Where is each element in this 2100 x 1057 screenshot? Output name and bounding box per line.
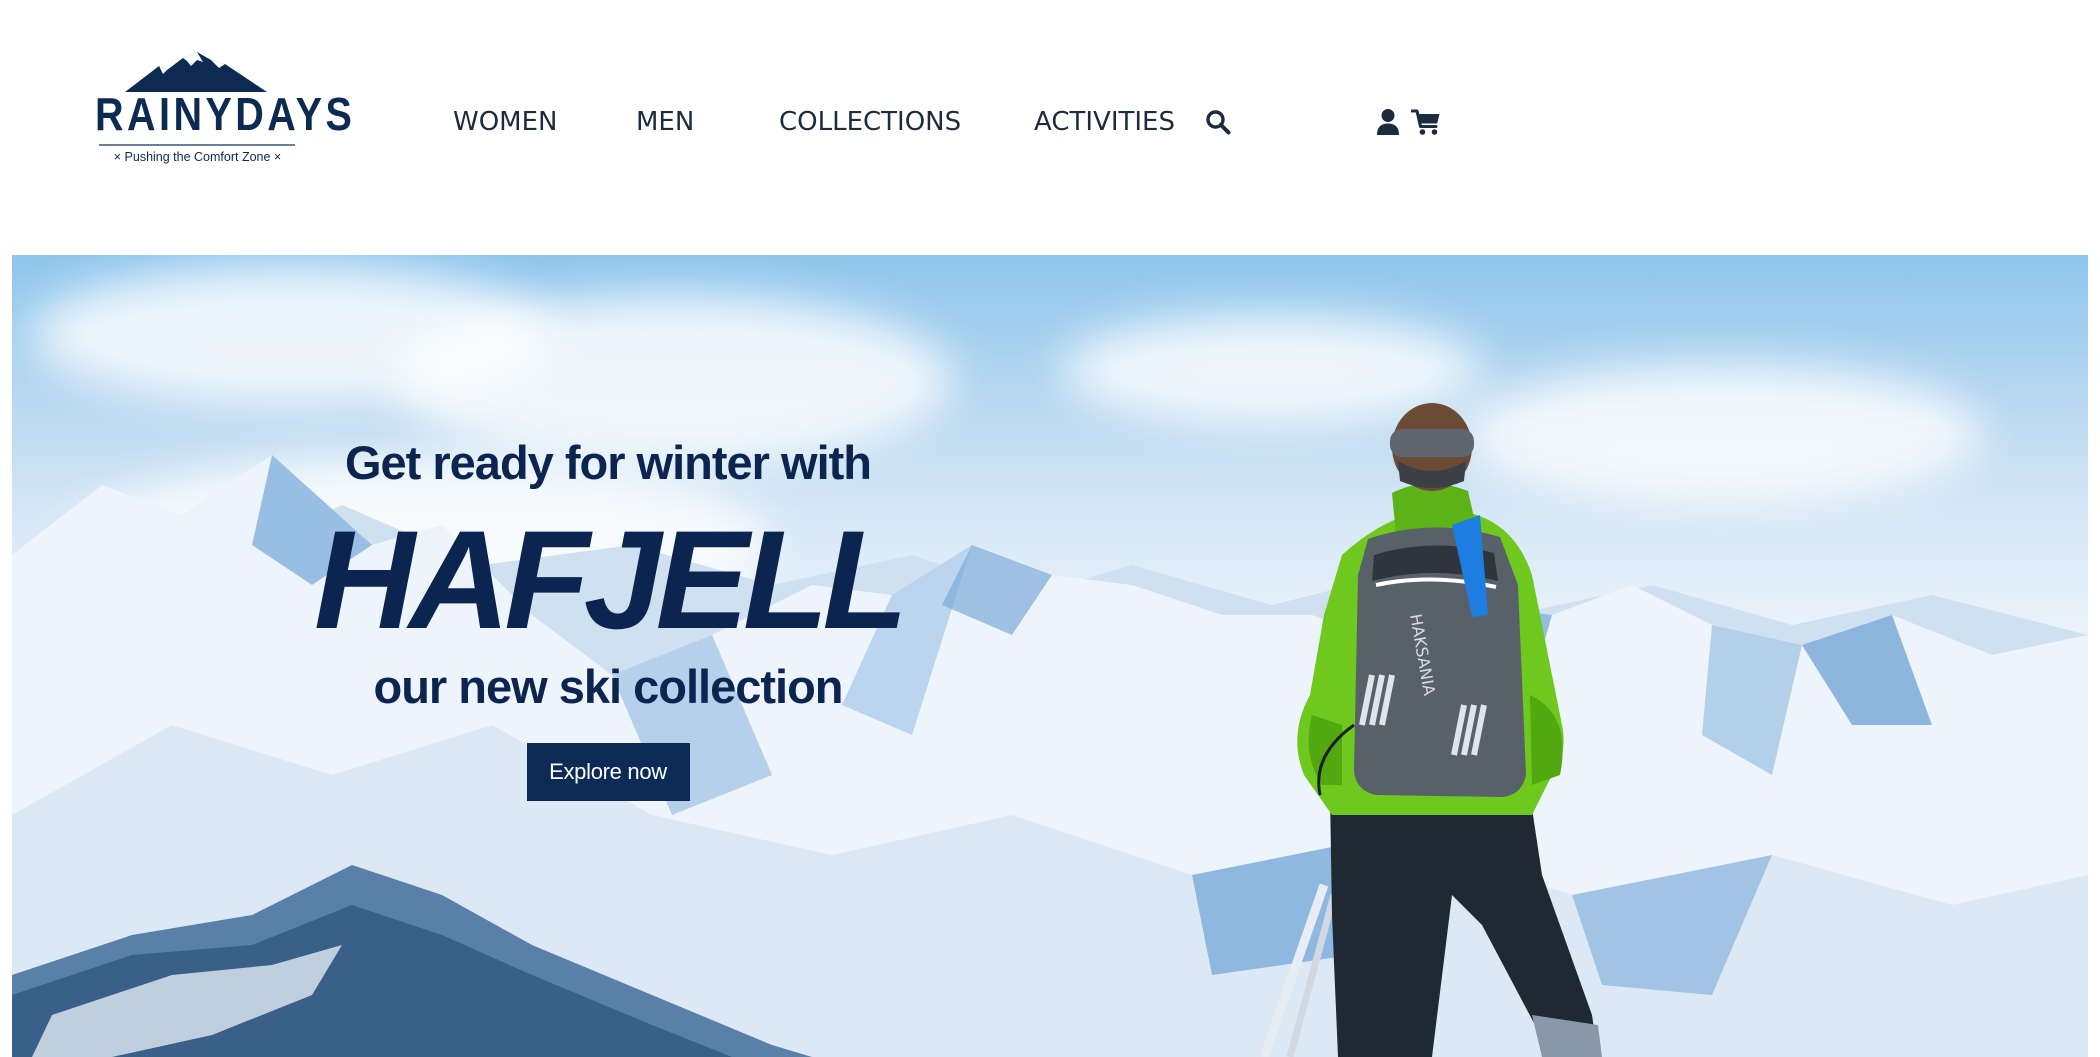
nav-item-men[interactable]: MEN: [636, 100, 694, 144]
brand-logo[interactable]: RAINYDAYS × Pushing the Comfort Zone ×: [95, 52, 356, 164]
logo-divider: [99, 144, 295, 146]
nav-item-collections[interactable]: COLLECTIONS: [779, 100, 961, 144]
hero-copy: Get ready for winter with HAFJELL our ne…: [292, 435, 924, 801]
explore-now-button[interactable]: Explore now: [526, 743, 690, 801]
nav-item-women[interactable]: WOMEN: [453, 100, 557, 144]
account-button[interactable]: [1376, 108, 1400, 136]
cart-icon: [1411, 109, 1440, 135]
hero-title: HAFJELL: [314, 501, 908, 658]
nav-item-activities[interactable]: ACTIVITIES: [1034, 100, 1175, 144]
cart-button[interactable]: [1411, 109, 1441, 136]
logo-wordmark: RAINYDAYS: [95, 88, 356, 140]
search-button[interactable]: [1205, 109, 1231, 135]
hero-subtitle: Get ready for winter with: [344, 436, 872, 489]
logo-tagline: × Pushing the Comfort Zone ×: [113, 150, 282, 164]
hero-banner: HAKSANIA Get ready for winter with HAFJE…: [12, 255, 2088, 1057]
user-icon: [1377, 109, 1399, 135]
search-icon: [1206, 110, 1231, 135]
hero-subtitle-2: our new ski collection: [373, 660, 844, 713]
